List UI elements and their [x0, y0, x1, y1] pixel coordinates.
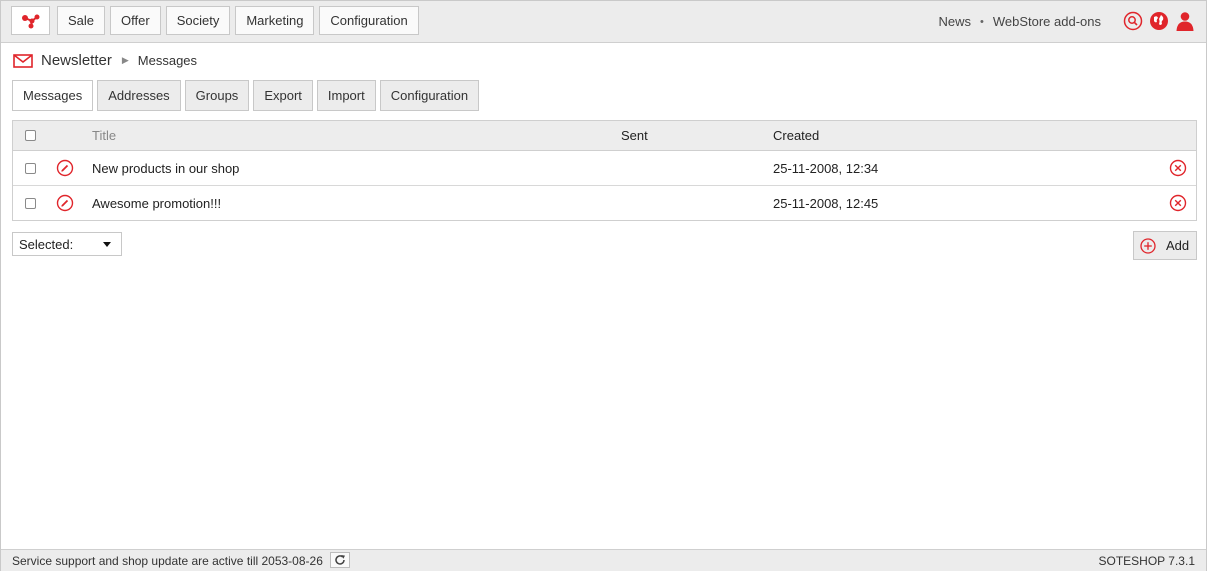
- table-row: Awesome promotion!!! 25-11-2008, 12:45: [13, 186, 1196, 220]
- row-checkbox-cell: [25, 186, 36, 220]
- home-logo-button[interactable]: [11, 6, 50, 35]
- version-label: SOTESHOP 7.3.1: [1098, 554, 1196, 568]
- nav-configuration[interactable]: Configuration: [319, 6, 419, 35]
- refresh-icon: [335, 555, 345, 565]
- table-header: Title Sent Created: [13, 121, 1196, 151]
- status-bar: Service support and shop update are acti…: [1, 549, 1206, 571]
- column-created[interactable]: Created: [773, 121, 819, 150]
- add-label: Add: [1166, 238, 1190, 253]
- column-title[interactable]: Title: [92, 121, 116, 150]
- nav-marketing[interactable]: Marketing: [235, 6, 315, 35]
- edit-icon[interactable]: [56, 151, 74, 185]
- webstore-addons-link[interactable]: WebStore add-ons: [993, 14, 1101, 29]
- tab-configuration[interactable]: Configuration: [379, 80, 480, 111]
- app-window: Sale Offer Society Marketing Configurati…: [0, 0, 1207, 571]
- tab-addresses[interactable]: Addresses: [97, 80, 181, 111]
- row-checkbox[interactable]: [25, 162, 36, 174]
- message-created: 25-11-2008, 12:34: [773, 160, 879, 176]
- link-separator: •: [979, 15, 984, 28]
- chevron-down-icon: [103, 242, 111, 247]
- select-all-checkbox[interactable]: [25, 130, 36, 141]
- breadcrumb-messages: Messages: [137, 53, 198, 68]
- bulk-action-select[interactable]: Selected:: [12, 232, 122, 256]
- sub-tabs: Messages Addresses Groups Export Import …: [12, 80, 480, 111]
- share-nodes-icon: [21, 14, 39, 28]
- top-icons: [1123, 11, 1195, 31]
- tab-import[interactable]: Import: [316, 80, 376, 111]
- add-message-button[interactable]: Add: [1133, 231, 1197, 260]
- breadcrumb-newsletter[interactable]: Newsletter: [41, 52, 112, 69]
- messages-table: Title Sent Created New products in our s…: [12, 120, 1197, 221]
- column-sent[interactable]: Sent: [621, 121, 648, 150]
- delete-icon[interactable]: [1169, 151, 1187, 185]
- top-links: News • WebStore add-ons: [938, 14, 1101, 29]
- edit-icon[interactable]: [56, 186, 74, 220]
- row-checkbox[interactable]: [25, 197, 36, 209]
- breadcrumb-arrow-icon: ▶: [121, 55, 129, 65]
- main-nav: Sale Offer Society Marketing Configurati…: [57, 6, 419, 35]
- user-icon[interactable]: [1175, 11, 1195, 31]
- delete-icon[interactable]: [1169, 186, 1187, 220]
- select-all-cell: [25, 121, 36, 150]
- tab-groups[interactable]: Groups: [184, 80, 250, 111]
- tab-messages[interactable]: Messages: [12, 80, 94, 111]
- globe-icon[interactable]: [1149, 11, 1169, 31]
- nav-sale[interactable]: Sale: [57, 6, 106, 35]
- nav-offer[interactable]: Offer: [110, 6, 161, 35]
- nav-society[interactable]: Society: [165, 6, 231, 35]
- message-title[interactable]: New products in our shop: [92, 151, 239, 185]
- envelope-icon: [13, 53, 33, 68]
- top-bar: Sale Offer Society Marketing Configurati…: [1, 1, 1206, 43]
- tab-export[interactable]: Export: [253, 80, 313, 111]
- news-link[interactable]: News: [938, 14, 971, 29]
- support-status-text: Service support and shop update are acti…: [12, 554, 323, 568]
- breadcrumb: Newsletter ▶ Messages: [13, 52, 197, 69]
- bulk-action-label: Selected:: [19, 236, 74, 252]
- plus-circle-icon: [1140, 237, 1156, 254]
- refresh-button[interactable]: [330, 552, 350, 568]
- row-checkbox-cell: [25, 151, 36, 185]
- message-title[interactable]: Awesome promotion!!!: [92, 186, 221, 220]
- search-icon[interactable]: [1123, 11, 1143, 31]
- table-row: New products in our shop 25-11-2008, 12:…: [13, 151, 1196, 186]
- message-created: 25-11-2008, 12:45: [773, 195, 879, 211]
